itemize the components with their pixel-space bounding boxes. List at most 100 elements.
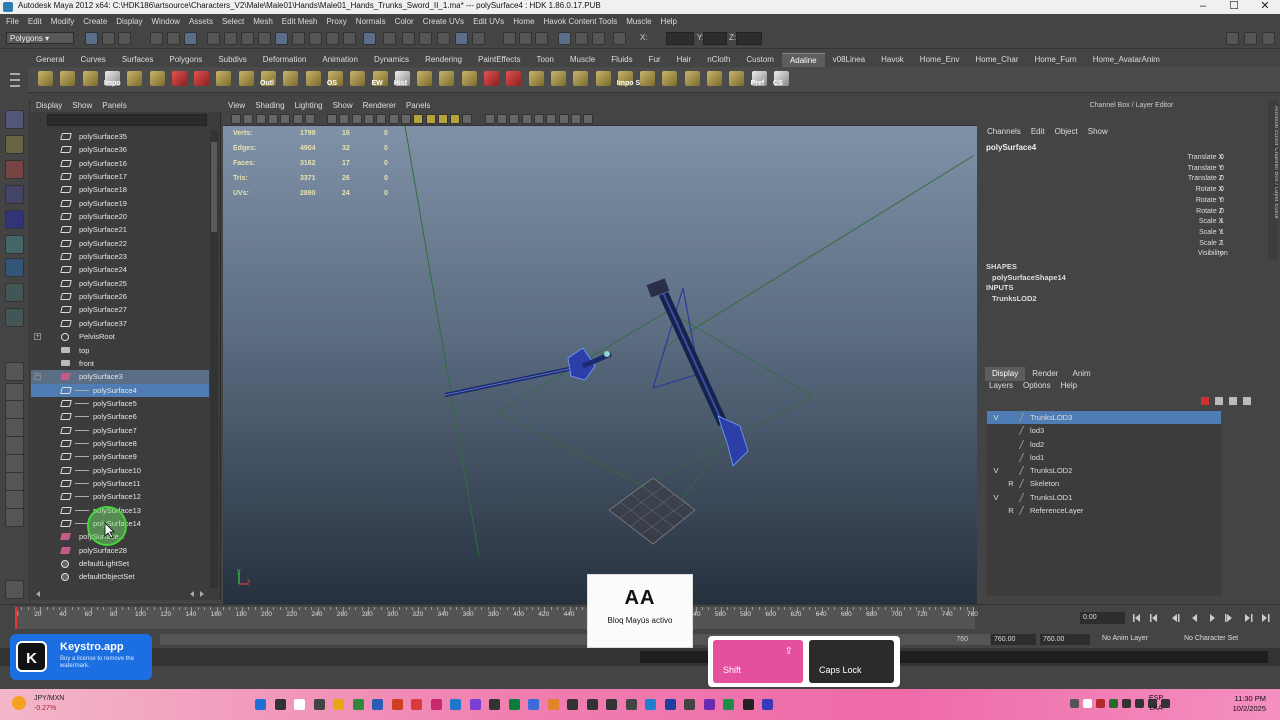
viewport-tool-button-23[interactable]	[521, 114, 532, 124]
shelf-tool-icon-9[interactable]	[216, 71, 232, 86]
outliner-item[interactable]: polySurface7	[31, 424, 209, 437]
viewport-tool-button-9[interactable]	[339, 114, 350, 124]
z-field[interactable]	[736, 32, 762, 45]
shelf-tool-icon-18[interactable]	[417, 71, 433, 86]
layer-row[interactable]: V TrunksLOD3	[987, 411, 1221, 425]
shelf-tool-icon-1[interactable]	[38, 71, 53, 86]
status-button-24[interactable]	[519, 32, 532, 45]
tool-button-13[interactable]	[5, 418, 24, 437]
outliner-item[interactable]: polySurface24	[31, 263, 209, 276]
taskbar-app-icon[interactable]	[313, 699, 325, 710]
menu-assets[interactable]: Assets	[189, 15, 213, 29]
layer-visibility-toggle[interactable]: V	[991, 411, 1001, 424]
shape-node[interactable]: polySurfaceShape14	[986, 273, 1066, 284]
status-button-12[interactable]	[292, 32, 305, 45]
shelf-tab-home-char[interactable]: Home_Char	[967, 53, 1026, 67]
taskbar-app-icon[interactable]	[255, 699, 266, 710]
panel-toggle-1[interactable]	[1226, 32, 1239, 45]
shelf-tool-icon-12[interactable]	[283, 71, 299, 86]
taskbar-app-icon[interactable]	[294, 699, 305, 710]
system-tray-icon[interactable]	[1096, 699, 1105, 708]
outliner-menu-show[interactable]: Show	[72, 100, 92, 112]
menu-muscle[interactable]: Muscle	[626, 15, 651, 29]
status-button-28[interactable]	[592, 32, 605, 45]
layer-menu-layers[interactable]: Layers	[989, 381, 1013, 390]
outliner-item[interactable]: polySurface20	[31, 210, 209, 223]
channel-menu-object[interactable]: Object	[1055, 127, 1078, 136]
viewport-tool-button-25[interactable]	[546, 114, 557, 124]
viewport-tool-button-5[interactable]	[280, 114, 291, 124]
viewport-tool-button-6[interactable]	[292, 114, 303, 124]
outliner-item[interactable]: polySurface9	[31, 450, 209, 463]
close-button[interactable]: ✕	[1250, 0, 1280, 13]
viewport-tool-button-20[interactable]	[484, 114, 495, 124]
menu-proxy[interactable]: Proxy	[326, 15, 346, 29]
taskbar-app-icon[interactable]	[391, 699, 403, 710]
sword-mesh-1[interactable]	[444, 347, 612, 397]
layer-row[interactable]: lod2	[987, 438, 1221, 451]
channel-attr-value[interactable]: 1	[1220, 240, 1224, 247]
menu-create[interactable]: Create	[83, 15, 107, 29]
command-line[interactable]	[0, 648, 1280, 666]
shelf-tool-icon-22[interactable]	[506, 71, 522, 86]
tool-button-14[interactable]	[5, 436, 24, 455]
shelf-tool-icon-5[interactable]	[127, 71, 143, 86]
channel-attr-value[interactable]: 0	[1220, 186, 1224, 193]
viewport-tool-button-11[interactable]	[364, 114, 374, 124]
layer-display-type-toggle[interactable]: R	[1006, 504, 1016, 517]
outliner-item[interactable]: polySurface6	[31, 410, 209, 423]
layer-row[interactable]: R ReferenceLayer	[987, 504, 1221, 517]
grid-object[interactable]	[608, 477, 696, 545]
menu-edit[interactable]: Edit	[28, 15, 42, 29]
layer-display-type-toggle[interactable]: R	[1006, 477, 1016, 490]
taskbar-app-icon[interactable]	[742, 699, 754, 710]
viewport-tool-button-12[interactable]	[376, 114, 387, 124]
status-button-3[interactable]	[118, 32, 131, 45]
viewport-menu-view[interactable]: View	[228, 100, 245, 112]
panel-toggle-3[interactable]	[1262, 32, 1275, 45]
shelf-tab-muscle[interactable]: Muscle	[562, 53, 603, 67]
status-button-17[interactable]	[383, 32, 396, 45]
system-tray-icon[interactable]	[1109, 699, 1118, 708]
shelf-tool-icon-28[interactable]	[640, 71, 656, 86]
tool-button-16[interactable]	[5, 472, 24, 491]
range-end-field[interactable]: 760.00	[991, 634, 1036, 645]
taskbar-app-icon[interactable]	[645, 699, 656, 710]
maximize-button[interactable]: ☐	[1219, 0, 1249, 13]
outliner-menu-display[interactable]: Display	[36, 100, 62, 112]
viewport-menu-lighting[interactable]: Lighting	[295, 100, 323, 112]
tool-button-7[interactable]	[5, 258, 24, 277]
layer-options-icon[interactable]	[1215, 397, 1223, 405]
channel-attr-value[interactable]: 1	[1220, 218, 1224, 225]
tool-button-17[interactable]	[5, 490, 24, 509]
channel-attr-value[interactable]: on	[1220, 250, 1228, 257]
viewport-tool-button-1[interactable]	[231, 114, 241, 124]
layer-row[interactable]: V TrunksLOD2	[987, 464, 1221, 477]
channel-attr-value[interactable]: 0	[1220, 208, 1224, 215]
viewport-tool-button-24[interactable]	[533, 114, 544, 124]
channel-menu-show[interactable]: Show	[1088, 127, 1108, 136]
channel-attr-translate-z[interactable]: Translate Z	[1188, 175, 1223, 182]
layer-tab-render[interactable]: Render	[1025, 367, 1065, 381]
tool-button-2[interactable]	[5, 135, 24, 154]
outliner-item[interactable]: polySurface23	[31, 250, 209, 263]
shelf-tab-dynamics[interactable]: Dynamics	[366, 53, 417, 67]
shelf-tab-animation[interactable]: Animation	[314, 53, 366, 67]
menu-window[interactable]: Window	[152, 15, 180, 29]
taskbar-app-icon[interactable]	[528, 699, 539, 710]
shelf-tab-v08linea[interactable]: v08Linea	[825, 53, 873, 67]
viewport-tool-button-13[interactable]	[388, 114, 399, 124]
menu-file[interactable]: File	[6, 15, 19, 29]
shelf-tab-polygons[interactable]: Polygons	[161, 53, 210, 67]
shelf-tab-painteffects[interactable]: PaintEffects	[470, 53, 529, 67]
taskbar-app-icon[interactable]	[352, 699, 364, 710]
shelf-tool-icon-32[interactable]	[729, 71, 745, 86]
layer-delete-icon[interactable]	[1243, 397, 1251, 405]
system-tray-icon[interactable]	[1122, 699, 1131, 708]
shelf-tool-icon-19[interactable]	[439, 71, 455, 86]
tool-button-3[interactable]	[5, 160, 24, 179]
outliner-search-field[interactable]	[47, 114, 207, 126]
outliner-item[interactable]: front	[31, 357, 209, 370]
shelf-tool-icon-25[interactable]	[573, 71, 589, 86]
system-clock[interactable]: 11:30 PM 10/2/2025	[1233, 694, 1266, 714]
